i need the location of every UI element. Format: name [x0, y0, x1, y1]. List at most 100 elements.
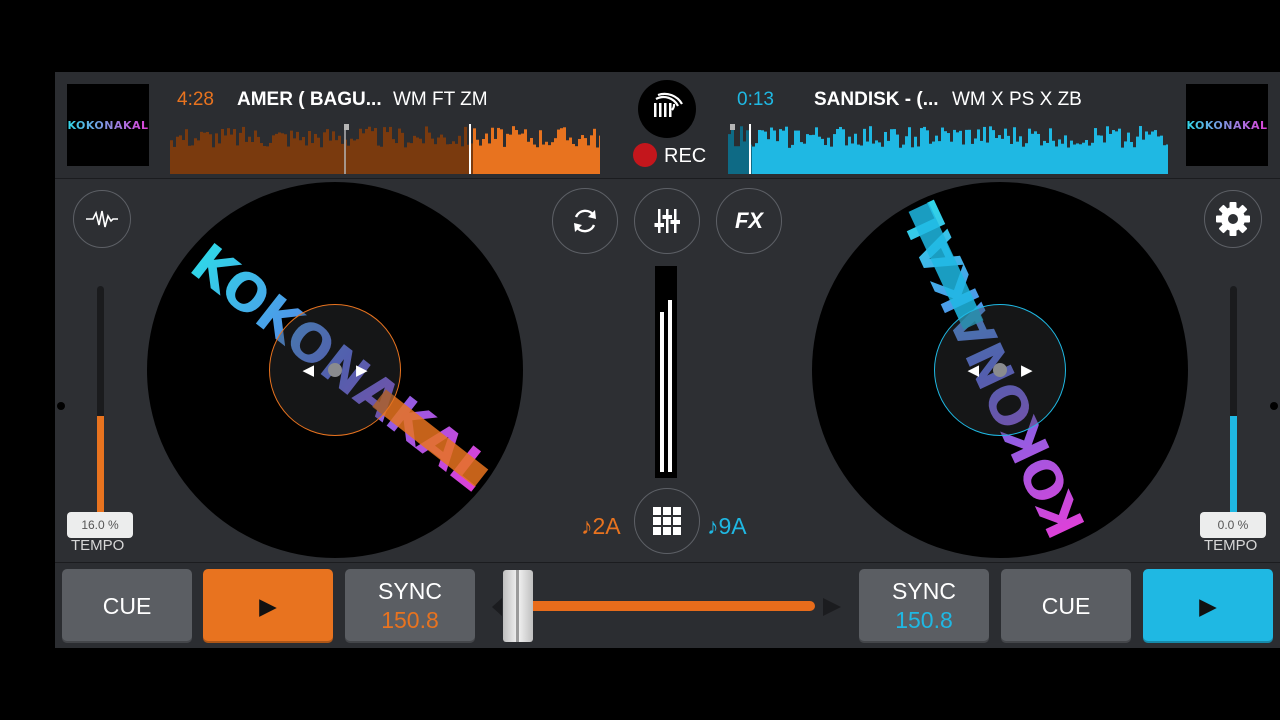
fx-button[interactable]: FX [716, 188, 782, 254]
sampler-button[interactable] [634, 488, 700, 554]
waveform-bar [371, 131, 374, 174]
settings-button[interactable] [1204, 190, 1262, 248]
crossfader-knob[interactable] [503, 570, 533, 642]
deck-a-edge-marker [57, 402, 65, 410]
waveform-bar [731, 128, 734, 174]
record-button[interactable] [638, 80, 696, 138]
deck-b-sync-button[interactable]: SYNC 150.8 [859, 569, 989, 643]
deck-a-pitch-bend[interactable]: ◀ ▶ [269, 304, 401, 436]
waveform-bar [1124, 141, 1127, 174]
crossfader-track[interactable] [525, 601, 815, 611]
deck-a-bend-left-icon[interactable]: ◀ [302, 361, 314, 379]
deck-b-edge-marker [1270, 402, 1278, 410]
waveform-bar [1154, 130, 1157, 174]
deck-a-artwork[interactable]: KOKONAKAL [67, 84, 149, 166]
waveform-bar [947, 133, 950, 174]
waveform-bar [314, 133, 317, 174]
waveform-bar [1133, 147, 1136, 174]
waveform-bar [848, 136, 851, 174]
waveform-bar [1028, 128, 1031, 174]
waveform-bar [1010, 143, 1013, 174]
waveform-bar [746, 130, 749, 174]
waveform-bar [182, 140, 185, 174]
deck-a-waveform-button[interactable] [73, 190, 131, 248]
deck-b-bend-left-icon[interactable]: ◀ [967, 361, 979, 379]
waveform-bar [1043, 140, 1046, 174]
waveform-bar [890, 129, 893, 174]
waveform-bar [812, 134, 815, 174]
record-indicator-icon[interactable] [633, 143, 657, 167]
waveform-bar [542, 144, 545, 174]
waveform-bar [212, 147, 215, 174]
waveform-bar [1094, 128, 1097, 174]
deck-a-bend-right-icon[interactable]: ▶ [356, 361, 368, 379]
deck-a-platter[interactable]: KOKONAKAL ◀ ▶ [147, 182, 523, 558]
deck-b-cue-button[interactable]: CUE [1001, 569, 1131, 643]
deck-b-waveform[interactable] [728, 124, 1168, 174]
waveform-bar [977, 129, 980, 174]
deck-a-tempo-value[interactable]: 16.0 % [67, 512, 133, 538]
deck-a-sync-button[interactable]: SYNC 150.8 [345, 569, 475, 643]
waveform-bar [869, 126, 872, 174]
deck-b-play-button[interactable]: ▶ [1143, 569, 1273, 643]
deck-b-tempo-value[interactable]: 0.0 % [1200, 512, 1266, 538]
waveform-bar [782, 130, 785, 174]
waveform-bar [1148, 134, 1151, 174]
deck-b-platter[interactable]: KOKONAKAL ◀ ▶ [812, 182, 1188, 558]
deck-a-waveform[interactable] [170, 124, 600, 174]
waveform-bar [563, 127, 566, 174]
waveform-bar [341, 143, 344, 174]
top-bar: KOKONAKAL 4:28 AMER ( BAGU... WM FT ZM R… [55, 72, 1280, 179]
waveform-bar [998, 135, 1001, 174]
waveform-bar [329, 140, 332, 174]
waveform-bar [389, 126, 392, 174]
waveform-bar [1064, 135, 1067, 174]
waveform-bar [305, 145, 308, 174]
waveform-bar [584, 138, 587, 174]
waveform-bar [1019, 136, 1022, 174]
dj-app: KOKONAKAL 4:28 AMER ( BAGU... WM FT ZM R… [55, 72, 1280, 648]
waveform-bar [962, 144, 965, 174]
waveform-bar [1040, 145, 1043, 174]
deck-b-tempo-label: TEMPO [1204, 537, 1258, 554]
waveform-bar [1058, 139, 1061, 174]
waveform-bar [548, 145, 551, 174]
waveform-bar [560, 128, 563, 174]
waveform-bar [308, 130, 311, 174]
waveform-bar [455, 143, 458, 174]
waveform-bar [1007, 135, 1010, 174]
waveform-bar [590, 135, 593, 174]
waveform-bar [803, 143, 806, 174]
waveform-bar [398, 128, 401, 174]
waveform-bar [776, 141, 779, 174]
waveform-bar [929, 143, 932, 174]
waveform-bar [566, 140, 569, 174]
deck-b-cue-label: CUE [1041, 592, 1091, 619]
waveform-bar [284, 134, 287, 174]
deck-a-play-button[interactable]: ▶ [203, 569, 333, 643]
waveform-bar [278, 132, 281, 174]
deck-b-pitch-bend[interactable]: ◀ ▶ [934, 304, 1066, 436]
waveform-bar [1070, 140, 1073, 174]
deck-b-bend-right-icon[interactable]: ▶ [1021, 361, 1033, 379]
level-meter-left [660, 312, 664, 472]
deck-b-key: ♪9A [707, 513, 747, 539]
crossfader-right-icon [823, 598, 841, 616]
deck-b-tempo-slider[interactable] [1230, 286, 1237, 522]
loop-button[interactable] [552, 188, 618, 254]
deck-a-tempo-slider[interactable] [97, 286, 104, 522]
waveform-bar [440, 134, 443, 174]
deck-b-bpm: 150.8 [895, 607, 953, 633]
waveform-bar [428, 132, 431, 174]
waveform-bar [893, 129, 896, 174]
deck-a-key: ♪2A [581, 513, 621, 539]
deck-b-artwork[interactable]: KOKONAKAL [1186, 84, 1268, 166]
waveform-bar [815, 127, 818, 174]
deck-a-cue-button[interactable]: CUE [62, 569, 192, 643]
waveform-bar [530, 137, 533, 174]
waveform-bar [1106, 126, 1109, 174]
mixer-button[interactable] [634, 188, 700, 254]
waveform-bar [554, 138, 557, 174]
waveform-bar [491, 127, 494, 174]
waveform-bar [206, 131, 209, 174]
